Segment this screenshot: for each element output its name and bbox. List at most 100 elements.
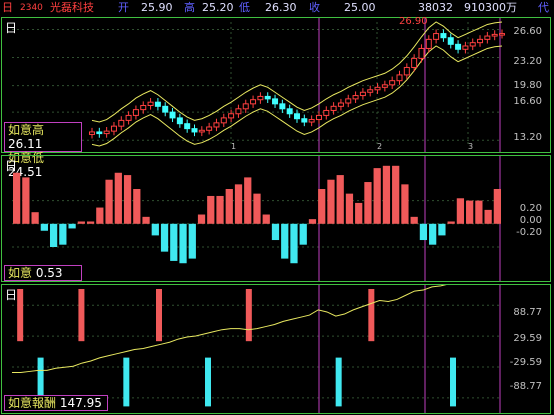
oscillator-bar: [327, 179, 335, 224]
candle-body: [147, 101, 154, 106]
candle-body: [418, 47, 425, 59]
ret-axis-label-1: 88.77: [513, 307, 542, 318]
open-price: 25.90: [141, 1, 173, 14]
oscillator-bar: [142, 216, 150, 224]
oscillator-bar: [318, 189, 326, 224]
candle-body: [272, 98, 279, 105]
osc-axis-label-2: 0.00: [519, 215, 542, 226]
candle-body: [484, 35, 491, 40]
month-label-3: 3: [468, 142, 474, 151]
candle-body: [242, 103, 249, 110]
high-marker: 高: [184, 1, 195, 14]
oscillator-bar: [475, 200, 483, 224]
price-axis-label-3: 19.80: [513, 80, 542, 91]
candle-body: [337, 102, 344, 107]
oscillator-bar: [188, 223, 196, 259]
oscillator-bar: [151, 223, 159, 236]
candle-body: [345, 98, 352, 104]
candle-body: [469, 42, 476, 47]
indicator-value-box: 如意高 26.11 如意低 24.51: [4, 122, 82, 179]
oscillator-bar: [308, 219, 317, 224]
oscillator-bar: [105, 179, 113, 224]
candle-body: [162, 105, 169, 113]
candle-body: [499, 33, 505, 36]
oscillator-bar: [364, 182, 372, 224]
oscillator-bar: [77, 221, 85, 224]
oscillator-bar: [419, 223, 428, 241]
oscillator-bar: [262, 214, 270, 224]
candle-body: [433, 33, 440, 40]
ret-axis-label-2: 29.59: [513, 333, 542, 344]
oscillator-chart: [12, 156, 502, 281]
candle-body: [184, 123, 191, 130]
candle-body: [477, 38, 484, 44]
ret-axis-label-4: -88.77: [509, 381, 542, 392]
candle-body: [381, 84, 388, 88]
extra-marker: 代: [538, 1, 549, 14]
amount-value: 910300万: [464, 1, 517, 14]
candle-body: [132, 109, 139, 116]
open-marker: 开: [118, 1, 129, 14]
oscillator-bar: [40, 223, 48, 231]
buy-signal-bar: [17, 289, 24, 342]
oscillator-bar: [401, 184, 409, 224]
return-chart: [12, 285, 502, 413]
buy-signal-bar: [245, 289, 252, 342]
candle-body: [396, 74, 403, 82]
ruyi-high-value: 26.11: [8, 137, 43, 151]
candle-body: [352, 95, 359, 100]
oscillator-bar: [68, 223, 76, 229]
candle-body: [389, 80, 396, 86]
candle-body: [279, 103, 286, 110]
oscillator-bar: [234, 184, 243, 224]
candle-body: [323, 109, 330, 116]
oscillator-panel[interactable]: 日 0.20 0.00 -0.20 如意 0.53: [1, 155, 551, 282]
candle-body: [191, 128, 198, 133]
ret-panel-tag: 日: [5, 288, 18, 302]
oscillator-bar: [216, 195, 224, 224]
oscillator-bar: [290, 223, 298, 264]
candle-body: [125, 114, 132, 121]
oscillator-bar: [123, 175, 132, 224]
candle-body: [491, 33, 498, 37]
candle-body: [110, 125, 117, 132]
candle-body: [425, 38, 432, 49]
candle-body: [308, 119, 315, 123]
ret-indicator-label: 如意報酬: [8, 396, 57, 410]
day-period-tag[interactable]: 日: [2, 0, 13, 16]
buy-signal-bar: [78, 289, 85, 342]
candle-body: [294, 113, 300, 120]
candle-body: [462, 45, 469, 50]
candle-body: [103, 130, 110, 135]
sell-signal-bar: [335, 357, 342, 407]
oscillator-bar: [133, 189, 141, 224]
candle-body: [374, 86, 381, 91]
oscillator-bar: [447, 221, 455, 224]
oscillator-bar: [244, 177, 252, 224]
oscillator-bar: [86, 221, 95, 224]
candle-body: [315, 114, 322, 121]
return-panel[interactable]: 日 88.77 29.59 -29.59 -88.77 如意報酬 147.95: [1, 284, 551, 414]
candle-body: [440, 33, 447, 39]
candle-body: [89, 131, 95, 135]
candle-body: [140, 104, 147, 111]
price-axis-label-4: 16.60: [513, 96, 542, 107]
price-panel[interactable]: 日 26.60 23.20 19.80 16.60 13.20 26.90 1 …: [1, 16, 551, 179]
oscillator-bar: [160, 223, 169, 252]
ret-value-box: 如意報酬 147.95: [4, 395, 108, 411]
oscillator-bar: [281, 223, 289, 259]
candle-body: [228, 113, 235, 119]
candle-body: [455, 43, 462, 50]
lower-band-line: [91, 45, 503, 147]
oscillator-bar: [456, 198, 465, 224]
oscillator-bar: [410, 216, 418, 224]
candle-body: [359, 91, 366, 97]
oscillator-bar: [207, 195, 215, 224]
ret-indicator-value: 147.95: [59, 396, 102, 410]
price-peak-label: 26.90: [399, 16, 428, 27]
osc-indicator-label: 如意: [8, 266, 33, 280]
quote-header-bar: 日 2340 光磊科技 开 25.90 高 25.20 低 26.30 收 25…: [0, 0, 554, 16]
candle-body: [330, 105, 337, 111]
candle-body: [169, 111, 176, 119]
volume-value: 38032: [418, 1, 453, 14]
